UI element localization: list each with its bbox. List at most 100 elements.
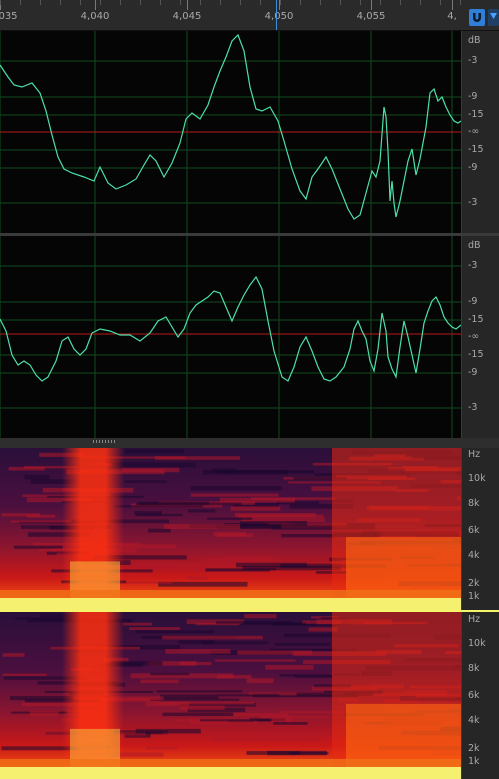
ruler-minor-tick bbox=[320, 0, 321, 5]
spectral-streak bbox=[135, 630, 215, 634]
time-ruler[interactable]: 035 4,040 4,045 4,050 4,055 4, bbox=[0, 0, 499, 31]
scale-label: -15 bbox=[468, 109, 484, 120]
scale-label: 10k bbox=[468, 638, 486, 649]
spectral-streak bbox=[211, 737, 318, 742]
ruler-tick-label: 4, bbox=[447, 11, 457, 22]
spectral-streak bbox=[226, 556, 272, 560]
ruler-minor-tick bbox=[360, 0, 361, 5]
spectral-streak bbox=[190, 493, 279, 497]
ruler-minor-tick bbox=[400, 0, 401, 5]
spectral-streak bbox=[246, 751, 301, 755]
spectral-streak bbox=[273, 722, 308, 725]
ruler-minor-tick bbox=[100, 0, 101, 5]
view-splitter[interactable] bbox=[0, 438, 499, 448]
spectral-channel-divider[interactable] bbox=[0, 610, 499, 612]
spectral-streak bbox=[24, 474, 50, 480]
spectral-streak bbox=[187, 576, 208, 581]
spectral-display-bottom[interactable] bbox=[0, 612, 461, 779]
ruler-minor-tick bbox=[220, 0, 221, 5]
ruler-minor-tick bbox=[0, 0, 1, 5]
spectral-streak bbox=[190, 486, 282, 491]
spectral-streak bbox=[275, 642, 330, 646]
spectral-streak bbox=[207, 517, 253, 520]
ruler-tick-label: 035 bbox=[0, 11, 18, 22]
magnet-icon[interactable] bbox=[469, 9, 485, 26]
scale-label: 4k bbox=[468, 715, 480, 726]
ruler-tick bbox=[452, 0, 453, 10]
spectral-streak bbox=[260, 715, 330, 719]
spectral-streak bbox=[217, 675, 252, 679]
scale-label: -3 bbox=[468, 197, 478, 208]
ruler-minor-tick bbox=[300, 0, 301, 5]
spectral-streak bbox=[279, 674, 332, 677]
spectral-streak bbox=[26, 514, 56, 518]
spectral-streak bbox=[230, 506, 281, 511]
ruler-minor-tick bbox=[240, 0, 241, 5]
spectral-streak bbox=[148, 528, 171, 533]
scale-label: -∞ bbox=[468, 126, 480, 137]
spectral-streak bbox=[162, 712, 234, 717]
waveform-channel-bottom bbox=[0, 275, 461, 382]
ruler-tick-label: 4,045 bbox=[172, 11, 202, 22]
spectral-streak bbox=[146, 746, 178, 750]
ruler-minor-tick bbox=[140, 0, 141, 5]
spectral-streak bbox=[202, 641, 268, 645]
ruler-minor-tick bbox=[260, 0, 261, 5]
ruler-minor-tick bbox=[460, 0, 461, 5]
scale-label: -15 bbox=[468, 144, 484, 155]
spectral-streak bbox=[8, 466, 45, 471]
spectral-streak bbox=[265, 664, 314, 670]
spectral-low-floor bbox=[0, 767, 461, 779]
ruler-minor-tick bbox=[340, 0, 341, 5]
ruler-minor-tick bbox=[160, 0, 161, 5]
ruler-minor-tick bbox=[280, 0, 281, 5]
scale-label: 10k bbox=[468, 473, 486, 484]
scale-label: 2k bbox=[468, 578, 480, 589]
spectral-streak bbox=[150, 672, 190, 676]
splitter-grip-icon[interactable] bbox=[93, 440, 117, 443]
spectral-streak bbox=[165, 648, 231, 654]
spectral-streak bbox=[136, 513, 183, 517]
ruler-minor-tick bbox=[180, 0, 181, 5]
spectral-streak bbox=[29, 711, 59, 716]
spectral-streak bbox=[2, 673, 47, 677]
spectral-streak bbox=[135, 728, 201, 734]
spectral-streak bbox=[217, 694, 280, 697]
ruler-minor-tick bbox=[120, 0, 121, 5]
spectral-streak bbox=[2, 653, 25, 657]
spectral-streak bbox=[13, 545, 63, 549]
spectral-streak bbox=[125, 564, 174, 567]
spectral-streak bbox=[124, 449, 184, 454]
spectral-streak bbox=[129, 627, 181, 630]
playhead[interactable] bbox=[276, 0, 277, 30]
spectral-streak bbox=[140, 679, 179, 684]
spectral-streak bbox=[124, 480, 167, 483]
spectral-streak bbox=[246, 678, 274, 684]
scale-label: dB bbox=[468, 240, 481, 251]
spectral-streak bbox=[163, 524, 241, 530]
spectral-streak bbox=[219, 497, 296, 503]
spectral-display-top[interactable] bbox=[0, 448, 461, 610]
scale-label: -9 bbox=[468, 91, 478, 102]
spectral-streak bbox=[119, 544, 177, 549]
spectral-streak bbox=[122, 467, 180, 473]
scale-label: 1k bbox=[468, 756, 480, 767]
spectral-low-floor bbox=[0, 759, 461, 767]
spectral-streak bbox=[271, 718, 293, 723]
scale-label: -∞ bbox=[468, 331, 480, 342]
db-scale-bottom: dB -3 -9 -15 -∞ -15 -9 -3 bbox=[461, 236, 499, 438]
spectral-streak bbox=[179, 661, 212, 666]
scale-label: -3 bbox=[468, 260, 478, 271]
playhead-marker-icon[interactable] bbox=[488, 9, 499, 26]
channel-divider[interactable] bbox=[0, 233, 499, 236]
ruler-minor-tick bbox=[40, 0, 41, 5]
scale-label: -9 bbox=[468, 162, 478, 173]
ruler-tick bbox=[187, 0, 188, 10]
spectral-streak bbox=[114, 505, 204, 508]
scale-label: 2k bbox=[468, 743, 480, 754]
spectral-low-floor bbox=[0, 590, 461, 598]
ruler-minor-tick bbox=[200, 0, 201, 5]
scale-label: -3 bbox=[468, 55, 478, 66]
scale-label: 1k bbox=[468, 591, 480, 602]
hz-scale-top: Hz 10k 8k 6k 4k 2k 1k bbox=[461, 448, 499, 610]
